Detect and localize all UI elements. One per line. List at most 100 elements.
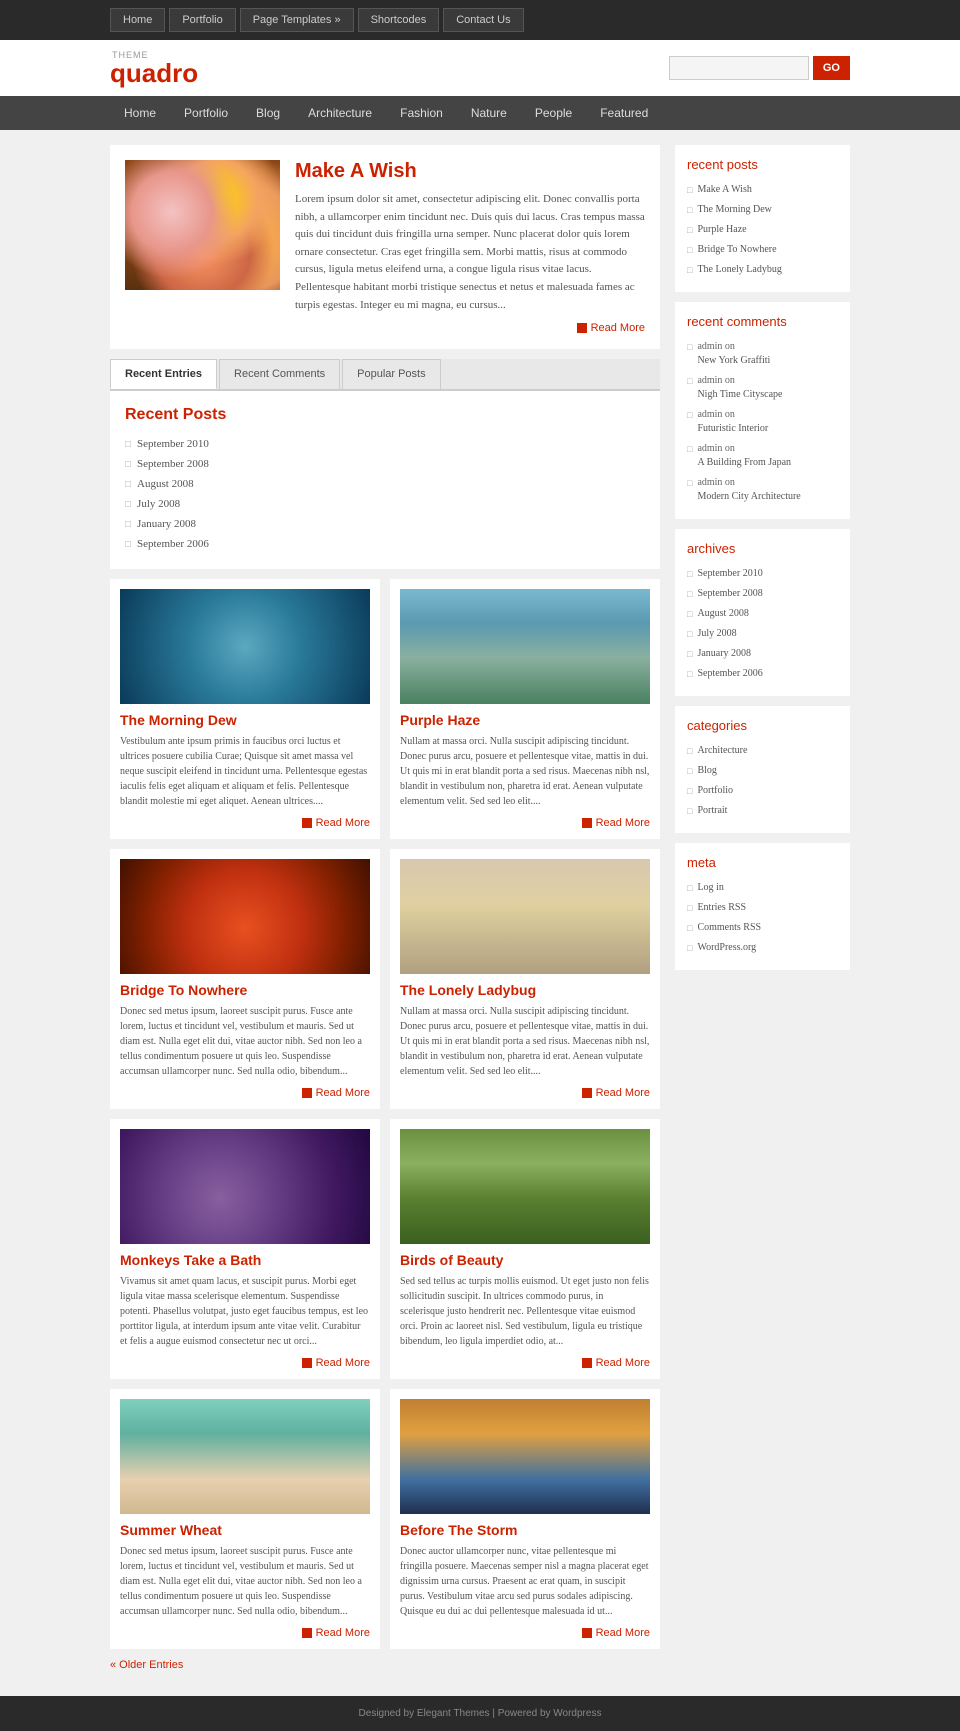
- post-card: Monkeys Take a Bath Vivamus sit amet qua…: [110, 1119, 380, 1379]
- archive-link[interactable]: September 2010: [697, 567, 762, 581]
- post-read-more[interactable]: Read More: [120, 1357, 370, 1369]
- read-more-icon: [577, 323, 587, 333]
- featured-read-more[interactable]: Read More: [295, 322, 645, 334]
- read-more-label: Read More: [316, 1357, 370, 1369]
- top-nav-contact[interactable]: Contact Us: [443, 8, 523, 32]
- nav-home[interactable]: Home: [110, 96, 170, 130]
- sidebar-meta-title: meta: [687, 855, 838, 870]
- nav-people[interactable]: People: [521, 96, 586, 130]
- list-item: Entries RSS: [687, 898, 838, 918]
- post-grid: The Morning Dew Vestibulum ante ipsum pr…: [110, 579, 660, 1649]
- read-more-icon: [302, 1628, 312, 1638]
- category-link[interactable]: Architecture: [697, 744, 747, 758]
- site-footer: Designed by Elegant Themes | Powered by …: [0, 1696, 960, 1731]
- older-entries-link[interactable]: « Older Entries: [110, 1659, 660, 1671]
- category-link[interactable]: Portfolio: [697, 784, 733, 798]
- sidebar-archives: archives September 2010 September 2008 A…: [675, 529, 850, 696]
- meta-link[interactable]: Entries RSS: [697, 901, 746, 915]
- recent-post-link[interactable]: The Lonely Ladybug: [697, 263, 781, 277]
- archive-link[interactable]: July 2008: [697, 627, 736, 641]
- post-body: Sed sed tellus ac turpis mollis euismod.…: [400, 1274, 650, 1349]
- list-item: Log in: [687, 878, 838, 898]
- post-read-more[interactable]: Read More: [400, 1087, 650, 1099]
- comment-post-link[interactable]: Nigh Time Cityscape: [697, 389, 782, 400]
- recent-post-link[interactable]: Make A Wish: [697, 183, 751, 197]
- recent-post-link[interactable]: The Morning Dew: [697, 203, 771, 217]
- recent-posts-title: Recent Posts: [125, 406, 645, 424]
- post-image: [120, 1399, 370, 1514]
- tab-recent-comments[interactable]: Recent Comments: [219, 359, 340, 389]
- list-item: admin on A Building From Japan: [687, 439, 838, 473]
- post-card: Birds of Beauty Sed sed tellus ac turpis…: [390, 1119, 660, 1379]
- list-item: Bridge To Nowhere: [687, 240, 838, 260]
- list-item: September 2006: [687, 664, 838, 684]
- category-link[interactable]: Blog: [697, 764, 716, 778]
- top-nav-shortcodes[interactable]: Shortcodes: [358, 8, 440, 32]
- post-read-more[interactable]: Read More: [120, 817, 370, 829]
- top-nav-page-templates[interactable]: Page Templates »: [240, 8, 354, 32]
- list-item: September 2008: [687, 584, 838, 604]
- archive-link[interactable]: August 2008: [697, 607, 748, 621]
- top-nav-home[interactable]: Home: [110, 8, 165, 32]
- post-read-more[interactable]: Read More: [400, 817, 650, 829]
- read-more-icon: [582, 1628, 592, 1638]
- list-item: The Morning Dew: [687, 200, 838, 220]
- list-item: July 2008: [125, 494, 645, 514]
- category-link[interactable]: Portrait: [697, 804, 727, 818]
- list-item: admin on Nigh Time Cityscape: [687, 371, 838, 405]
- comment-author: admin on: [697, 340, 770, 354]
- recent-post-link[interactable]: Purple Haze: [697, 223, 746, 237]
- top-nav-portfolio[interactable]: Portfolio: [169, 8, 235, 32]
- main-content: Make A Wish Lorem ipsum dolor sit amet, …: [110, 145, 660, 1681]
- post-read-more[interactable]: Read More: [120, 1627, 370, 1639]
- comment-post-link[interactable]: Modern City Architecture: [697, 491, 800, 502]
- archive-link[interactable]: September 2006: [697, 667, 762, 681]
- search-input[interactable]: [669, 56, 809, 80]
- sidebar-recent-comments-title: recent comments: [687, 314, 838, 329]
- read-more-label: Read More: [596, 1357, 650, 1369]
- nav-portfolio[interactable]: Portfolio: [170, 96, 242, 130]
- content-wrapper: Make A Wish Lorem ipsum dolor sit amet, …: [0, 130, 960, 1696]
- list-item: August 2008: [125, 474, 645, 494]
- nav-featured[interactable]: Featured: [586, 96, 662, 130]
- recent-post-link[interactable]: Bridge To Nowhere: [697, 243, 776, 257]
- post-image: [400, 589, 650, 704]
- nav-blog[interactable]: Blog: [242, 96, 294, 130]
- sidebar-recent-comments-list: admin on New York Graffiti admin on Nigh…: [687, 337, 838, 507]
- tab-recent-entries[interactable]: Recent Entries: [110, 359, 217, 389]
- comment-post-link[interactable]: New York Graffiti: [697, 355, 770, 366]
- post-read-more[interactable]: Read More: [400, 1627, 650, 1639]
- archive-link[interactable]: January 2008: [697, 647, 751, 661]
- comment-post-link[interactable]: A Building From Japan: [697, 457, 791, 468]
- post-title: Purple Haze: [400, 712, 650, 728]
- sidebar-categories-title: categories: [687, 718, 838, 733]
- post-read-more[interactable]: Read More: [400, 1357, 650, 1369]
- list-item: Make A Wish: [687, 180, 838, 200]
- tab-popular-posts[interactable]: Popular Posts: [342, 359, 440, 389]
- site-header: THEME quadro GO: [0, 40, 960, 96]
- nav-nature[interactable]: Nature: [457, 96, 521, 130]
- read-more-label: Read More: [596, 817, 650, 829]
- comment-post-link[interactable]: Futuristic Interior: [697, 423, 768, 434]
- meta-link[interactable]: Comments RSS: [697, 921, 761, 935]
- post-body: Nullam at massa orci. Nulla suscipit adi…: [400, 1004, 650, 1079]
- post-read-more[interactable]: Read More: [120, 1087, 370, 1099]
- meta-link[interactable]: WordPress.org: [697, 941, 756, 955]
- search-button[interactable]: GO: [813, 56, 850, 80]
- list-item: Architecture: [687, 741, 838, 761]
- nav-architecture[interactable]: Architecture: [294, 96, 386, 130]
- post-body: Nullam at massa orci. Nulla suscipit adi…: [400, 734, 650, 809]
- post-image: [400, 859, 650, 974]
- sidebar-meta-list: Log in Entries RSS Comments RSS WordPres…: [687, 878, 838, 958]
- sidebar-recent-posts: recent posts Make A Wish The Morning Dew…: [675, 145, 850, 292]
- logo-name: quadro: [110, 60, 198, 86]
- read-more-label: Read More: [316, 817, 370, 829]
- site-logo: THEME quadro: [110, 50, 198, 86]
- sidebar-categories-list: Architecture Blog Portfolio Portrait: [687, 741, 838, 821]
- sidebar-recent-comments: recent comments admin on New York Graffi…: [675, 302, 850, 519]
- archive-link[interactable]: September 2008: [697, 587, 762, 601]
- post-body: Vestibulum ante ipsum primis in faucibus…: [120, 734, 370, 809]
- post-card: The Lonely Ladybug Nullam at massa orci.…: [390, 849, 660, 1109]
- nav-fashion[interactable]: Fashion: [386, 96, 457, 130]
- meta-link[interactable]: Log in: [697, 881, 723, 895]
